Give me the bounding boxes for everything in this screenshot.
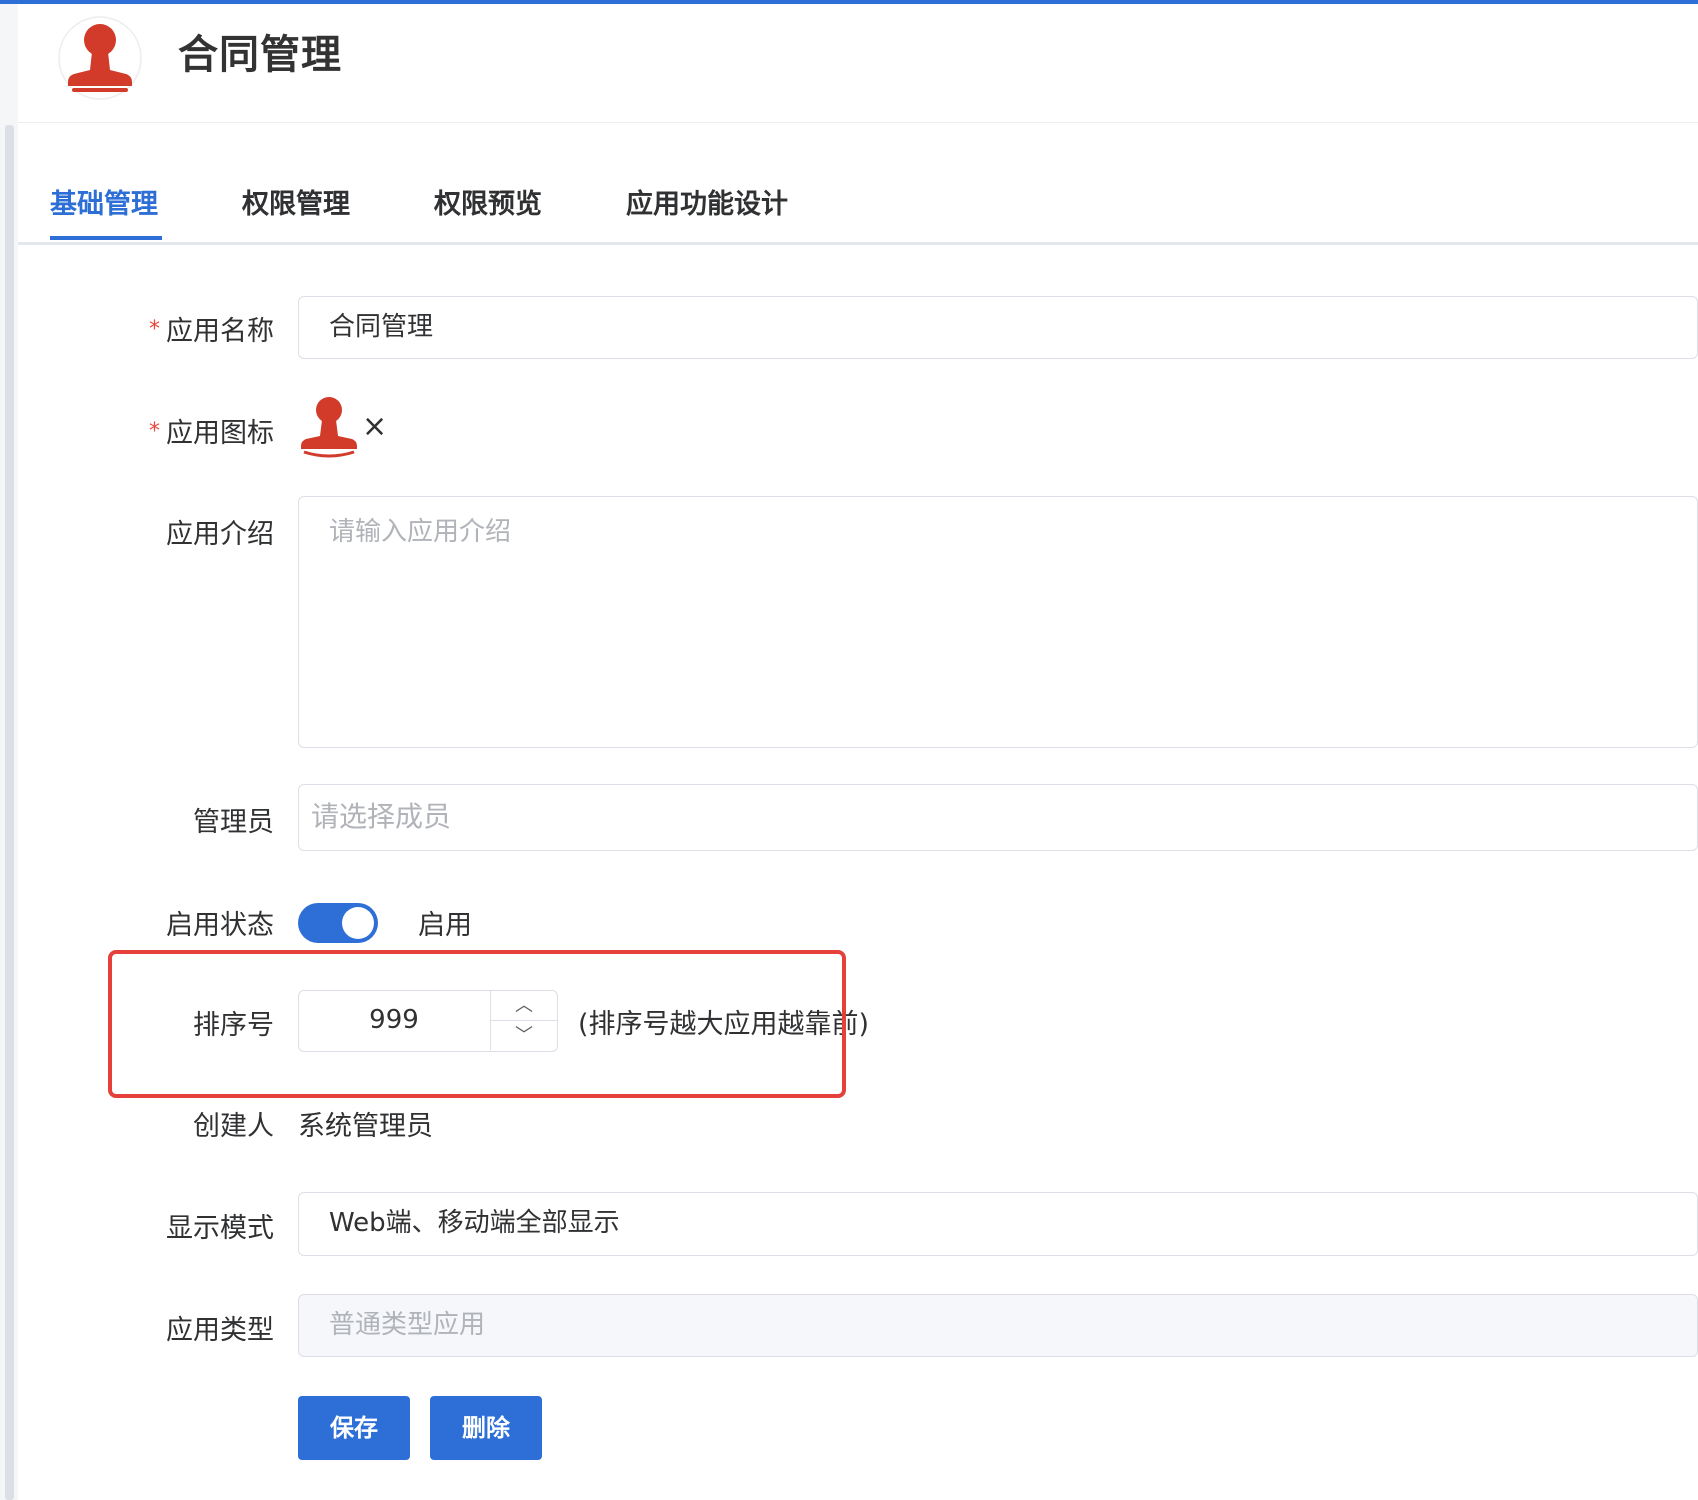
- tab-bar: 基础管理 权限管理 权限预览 应用功能设计: [18, 170, 1698, 245]
- admin-member-select[interactable]: 请选择成员: [298, 784, 1698, 851]
- display-mode-label: 显示模式: [166, 1213, 274, 1244]
- app-intro-textarea[interactable]: 请输入应用介绍: [298, 496, 1698, 748]
- tab-basic-management[interactable]: 基础管理: [50, 182, 158, 221]
- delete-button[interactable]: 删除: [430, 1396, 542, 1460]
- save-button[interactable]: 保存: [298, 1396, 410, 1460]
- left-scroll-strip[interactable]: [5, 125, 14, 1500]
- app-name-input[interactable]: 合同管理: [298, 296, 1698, 359]
- creator-value: 系统管理员: [298, 1111, 433, 1142]
- tab-permission-management[interactable]: 权限管理: [242, 182, 350, 221]
- app-intro-label: 应用介绍: [166, 519, 274, 550]
- app-type-input: 普通类型应用: [298, 1294, 1698, 1357]
- status-text: 启用: [418, 910, 472, 941]
- app-type-label: 应用类型: [166, 1315, 274, 1346]
- status-label: 启用状态: [166, 910, 274, 941]
- red-stamp-icon: [301, 397, 357, 458]
- admin-label: 管理员: [193, 807, 274, 838]
- app-icon-label: * 应用图标: [149, 418, 274, 449]
- app-name-label: * 应用名称: [149, 316, 274, 347]
- active-tab-indicator: [50, 236, 162, 240]
- tab-app-function-design[interactable]: 应用功能设计: [626, 182, 788, 221]
- toggle-knob: [342, 907, 374, 939]
- tab-permission-preview[interactable]: 权限预览: [434, 182, 542, 221]
- display-mode-select[interactable]: Web端、移动端全部显示: [298, 1192, 1698, 1256]
- required-mark: *: [149, 317, 160, 342]
- required-mark: *: [149, 419, 160, 444]
- status-toggle[interactable]: [298, 903, 378, 943]
- red-stamp-icon: [58, 16, 142, 100]
- highlight-annotation-box: [108, 950, 846, 1098]
- app-header: 合同管理: [18, 4, 1698, 123]
- creator-label: 创建人: [193, 1111, 274, 1142]
- page-title: 合同管理: [178, 32, 342, 78]
- remove-icon-button[interactable]: ×: [362, 412, 387, 442]
